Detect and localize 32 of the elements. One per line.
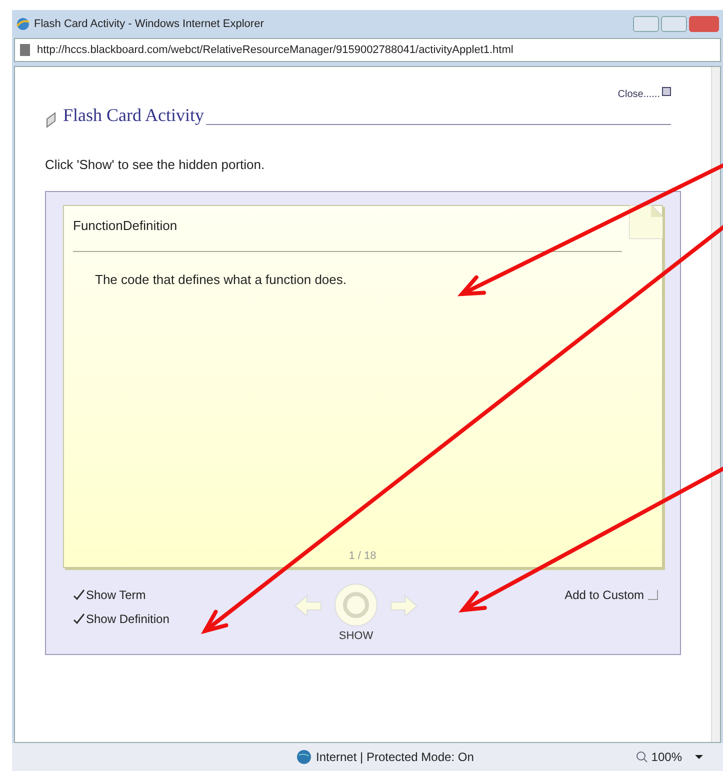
page-icon: [19, 43, 31, 57]
address-bar[interactable]: http://hccs.blackboard.com/webct/RelativeResourceManager/9159002788041/activityApplet1.html: [14, 38, 721, 62]
close-button[interactable]: [689, 16, 719, 32]
card-definition: The code that defines what a function does.: [95, 271, 348, 289]
checkbox[interactable]: [73, 612, 85, 624]
maximize-button[interactable]: [661, 16, 687, 32]
card-counter: 1 / 18: [348, 549, 376, 564]
page-curl-icon: [629, 204, 663, 238]
browser-logo-icon: [16, 17, 30, 31]
previous-arrow-icon[interactable]: [293, 594, 323, 618]
scrollbar[interactable]: [711, 67, 720, 742]
card-term: FunctionDefinition: [73, 216, 178, 234]
dropdown-caret-icon[interactable]: [695, 755, 703, 759]
zoom-level[interactable]: 100%: [651, 748, 682, 766]
close-link[interactable]: Close......: [618, 87, 660, 102]
address-url: http://hccs.blackboard.com/webct/RelativeResourceManager/9159002788041/activityApplet1.html: [37, 42, 514, 58]
close-icon[interactable]: [662, 87, 671, 96]
option-label: Show Definition: [86, 610, 170, 628]
refresh-circle-icon[interactable]: [333, 582, 379, 628]
globe-icon: [296, 749, 312, 765]
checkbox[interactable]: [73, 588, 85, 600]
zoom-icon: [636, 751, 648, 763]
window-title: Flash Card Activity - Windows Internet Explorer: [34, 16, 264, 32]
show-button[interactable]: SHOW: [338, 628, 374, 644]
instruction-text: Click 'Show' to see the hidden portion.: [45, 156, 266, 174]
next-arrow-icon[interactable]: [389, 594, 419, 618]
minimize-button[interactable]: [633, 16, 659, 32]
checkbox[interactable]: [647, 588, 659, 600]
add-to-custom-label: Add to Custom: [564, 586, 644, 604]
security-zone-text: Internet | Protected Mode: On: [316, 749, 474, 766]
page-title: Flash Card Activity: [63, 104, 204, 127]
option-label: Show Term: [86, 586, 146, 604]
